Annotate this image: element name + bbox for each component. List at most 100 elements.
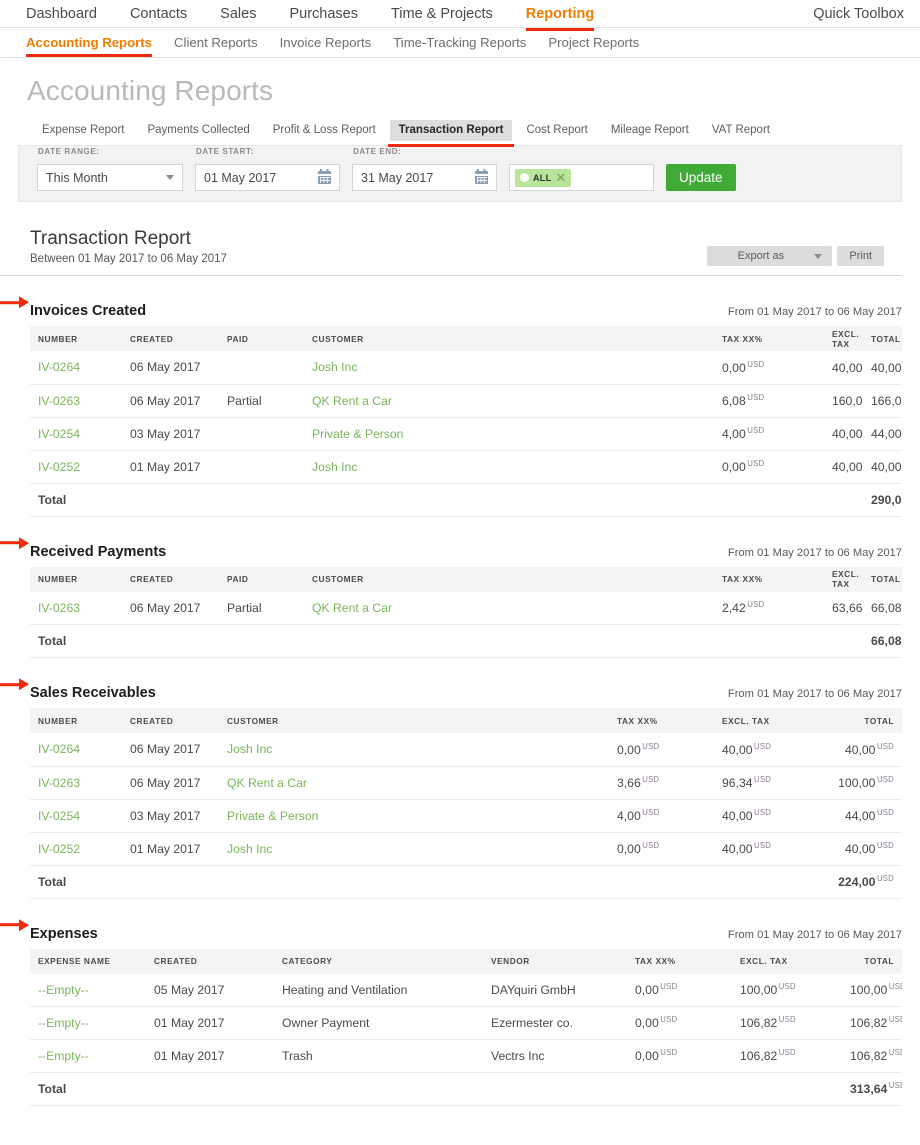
- created-value: 06 May 2017: [130, 775, 201, 790]
- currency-label: USD: [876, 807, 894, 817]
- cell-tax: 0,00 USD: [627, 1039, 732, 1073]
- date-start-input[interactable]: 01 May 2017: [195, 164, 340, 191]
- number-value[interactable]: IV-0263: [38, 776, 80, 790]
- report-tab-expense-report[interactable]: Expense Report: [33, 120, 133, 141]
- cell-tax: 4,00 USD: [609, 799, 714, 833]
- customer-value[interactable]: QK Rent a Car: [227, 776, 307, 790]
- number-value[interactable]: IV-0263: [38, 601, 80, 615]
- cell-excl: 40,00USD: [714, 832, 824, 866]
- section-invoices-created: Invoices Created From 01 May 2017 to 06 M…: [0, 276, 920, 517]
- number-value[interactable]: IV-0263: [38, 394, 80, 408]
- report-tab-vat-report[interactable]: VAT Report: [703, 120, 779, 141]
- update-button[interactable]: Update: [666, 164, 736, 191]
- tax-value: 2,42: [722, 601, 746, 616]
- cell-empty: [304, 482, 609, 517]
- nav-item-reporting[interactable]: Reporting: [525, 0, 595, 31]
- print-button[interactable]: Print: [837, 246, 884, 266]
- column-header: TAX XX%: [609, 708, 714, 733]
- customer-value[interactable]: QK Rent a Car: [312, 394, 392, 408]
- table-row: --Empty-- 01 May 2017 Trash Vectrs Inc 0,00 U…: [30, 1039, 902, 1073]
- cell-spacer: [609, 417, 714, 451]
- cell-empty: [219, 624, 304, 658]
- tag-filter-input[interactable]: ALL ✕: [509, 164, 654, 191]
- calendar-icon[interactable]: [475, 169, 488, 184]
- tag-chip-all[interactable]: ALL ✕: [515, 168, 572, 187]
- name-value[interactable]: --Empty--: [38, 1049, 89, 1063]
- close-icon[interactable]: ✕: [555, 171, 566, 184]
- subnav-item-project-reports[interactable]: Project Reports: [548, 28, 639, 58]
- created-value: 01 May 2017: [154, 1016, 225, 1030]
- cell-customer: QK Rent a Car: [219, 766, 609, 800]
- table-total-row: Total 224,00 USD: [30, 864, 902, 899]
- tax-value: 0,00: [722, 460, 746, 475]
- nav-item-sales[interactable]: Sales: [220, 0, 256, 28]
- currency-label: USD: [642, 807, 660, 817]
- number-value[interactable]: IV-0252: [38, 842, 80, 856]
- number-value[interactable]: IV-0252: [38, 460, 80, 474]
- cell-total: 106,82USD: [842, 1039, 902, 1073]
- cell-excl: 40,00USD: [824, 450, 863, 484]
- nav-item-purchases[interactable]: Purchases: [289, 0, 358, 28]
- report-tab-profit-loss-report[interactable]: Profit & Loss Report: [264, 120, 385, 141]
- report-tab-mileage-report[interactable]: Mileage Report: [602, 120, 698, 141]
- cell-total: 44,00USD: [824, 799, 902, 833]
- customer-value[interactable]: Josh Inc: [312, 360, 357, 374]
- section-title: Received Payments: [30, 543, 167, 560]
- paid-value: Partial: [227, 600, 262, 615]
- date-range-select[interactable]: This Month: [37, 164, 183, 191]
- nav-item-time-projects[interactable]: Time & Projects: [391, 0, 493, 28]
- currency-label: USD: [660, 1015, 678, 1025]
- annotation-arrow-icon: [0, 536, 30, 549]
- section-title: Invoices Created: [30, 303, 147, 319]
- customer-value[interactable]: QK Rent a Car: [312, 601, 392, 615]
- name-value[interactable]: --Empty--: [38, 983, 89, 997]
- quick-toolbox-button[interactable]: Quick Toolbox: [813, 0, 904, 28]
- currency-label: USD: [888, 1015, 902, 1025]
- column-header: [609, 566, 714, 592]
- cell-name: --Empty--: [30, 1006, 146, 1040]
- number-value[interactable]: IV-0254: [38, 427, 80, 441]
- cell-tax: 0,00 USD: [609, 832, 714, 866]
- subnav-item-client-reports[interactable]: Client Reports: [174, 28, 258, 58]
- tax-value: 0,00: [635, 1049, 659, 1064]
- report-tab-cost-report[interactable]: Cost Report: [517, 120, 596, 141]
- customer-value[interactable]: Josh Inc: [227, 742, 272, 756]
- number-value[interactable]: IV-0254: [38, 809, 80, 823]
- cell-paid: [219, 450, 304, 484]
- cell-empty: [219, 864, 609, 899]
- subnav-item-invoice-reports[interactable]: Invoice Reports: [280, 28, 372, 58]
- report-tab-transaction-report[interactable]: Transaction Report: [387, 120, 515, 147]
- cell-total: 44,00USD: [863, 417, 902, 451]
- report-tab-payments-collected[interactable]: Payments Collected: [138, 120, 258, 141]
- name-value[interactable]: --Empty--: [38, 1016, 89, 1030]
- date-range-label: DATE RANGE:: [38, 147, 100, 156]
- calendar-icon[interactable]: [318, 169, 331, 184]
- number-value[interactable]: IV-0264: [38, 360, 80, 374]
- number-value[interactable]: IV-0264: [38, 742, 80, 756]
- subnav-item-accounting-reports[interactable]: Accounting Reports: [26, 28, 153, 58]
- export-as-dropdown[interactable]: Export as: [707, 246, 833, 266]
- nav-item-contacts[interactable]: Contacts: [130, 0, 187, 28]
- subnav-item-time-tracking-reports[interactable]: Time-Tracking Reports: [393, 28, 526, 58]
- cell-excl: 40,00USD: [714, 733, 824, 767]
- customer-value[interactable]: Josh Inc: [312, 460, 357, 474]
- customer-value[interactable]: Private & Person: [312, 427, 403, 441]
- cell-number: IV-0264: [30, 351, 122, 385]
- date-start-field: DATE START: 01 May 2017: [195, 147, 340, 191]
- nav-item-dashboard[interactable]: Dashboard: [26, 0, 97, 28]
- currency-label: USD: [888, 1048, 902, 1058]
- column-header: TOTAL: [863, 566, 902, 592]
- cell-empty: [122, 624, 219, 658]
- cell-empty: [714, 624, 824, 658]
- section-date-range: From 01 May 2017 to 06 May 2017: [727, 928, 902, 941]
- cell-empty: [609, 482, 714, 517]
- column-header: CREATED: [122, 326, 219, 351]
- date-end-input[interactable]: 31 May 2017: [352, 164, 497, 191]
- cell-excl: 106,82 USD: [732, 1039, 842, 1073]
- section-date-range: From 01 May 2017 to 06 May 2017: [727, 688, 902, 700]
- report-header: Transaction Report Between 01 May 2017 t…: [0, 202, 902, 276]
- customer-value[interactable]: Josh Inc: [227, 842, 272, 856]
- date-range-field: DATE RANGE: This Month: [37, 147, 183, 191]
- customer-value[interactable]: Private & Person: [227, 809, 318, 823]
- section-title: Expenses: [30, 925, 98, 942]
